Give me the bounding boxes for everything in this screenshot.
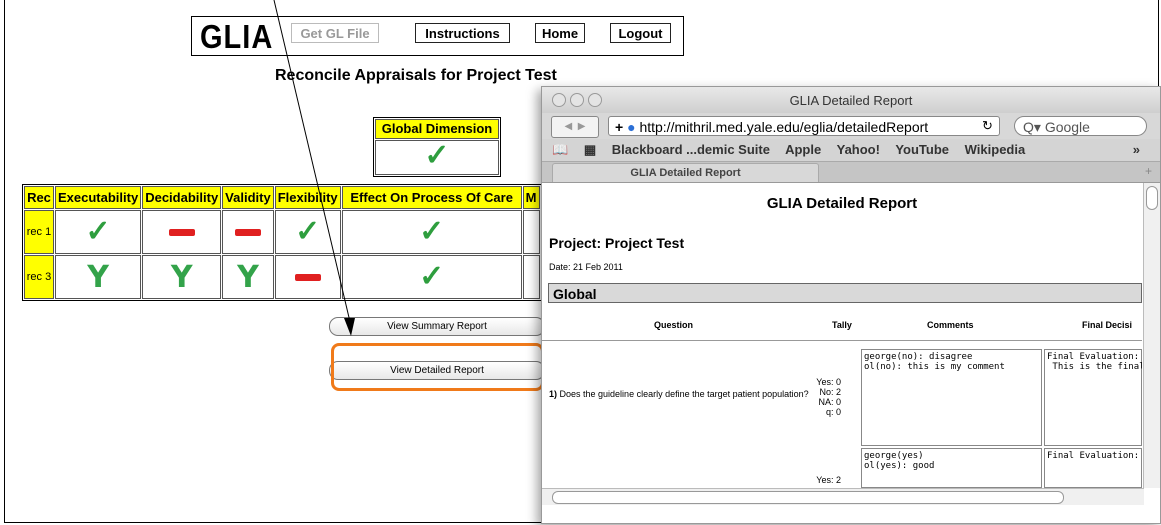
tab-glia-detailed-report[interactable]: GLIA Detailed Report: [552, 163, 819, 182]
question-number: 1): [549, 389, 558, 399]
tally-no: No: 2: [819, 387, 841, 397]
url-bar[interactable]: + ● http://mithril.med.yale.edu/eglia/de…: [608, 116, 1000, 136]
tally-values: Yes: 2: [814, 475, 841, 485]
column-comments: Comments: [927, 320, 974, 330]
bookmark-item[interactable]: Apple: [785, 142, 821, 157]
column-question: Question: [654, 320, 694, 330]
column-final-decision: Final Decisi: [1082, 320, 1133, 330]
tally-yes: Yes: 0: [816, 377, 841, 387]
reload-icon[interactable]: ↻: [982, 118, 993, 134]
bookmark-item[interactable]: YouTube: [895, 142, 949, 157]
bookmark-item[interactable]: Yahoo!: [837, 142, 880, 157]
url-text: http://mithril.med.yale.edu/eglia/detail…: [639, 119, 929, 135]
tally-yes: Yes: 2: [816, 475, 841, 485]
divider: [542, 340, 1142, 341]
tally-q: q: 0: [825, 407, 841, 417]
tally-na: NA: 0: [818, 397, 841, 407]
more-bookmarks-icon[interactable]: »: [1133, 139, 1140, 161]
bookmarks-bar: 📖 ▦ Blackboard ...demic Suite Apple Yaho…: [542, 139, 1160, 162]
grid-icon[interactable]: ▦: [584, 142, 596, 157]
add-bookmark-icon[interactable]: +: [615, 119, 623, 135]
back-forward-buttons[interactable]: ◀ ▶: [551, 116, 599, 138]
project-name: Project: Project Test: [549, 235, 685, 251]
bookmark-item[interactable]: Blackboard ...demic Suite: [612, 142, 770, 157]
comments-box[interactable]: george(no): disagree ol(no): this is my …: [861, 349, 1042, 446]
vertical-scrollbar[interactable]: [1143, 183, 1160, 488]
tally-values: Yes: 0 No: 2 NA: 0 q: 0: [814, 377, 841, 417]
book-icon[interactable]: 📖: [552, 142, 568, 157]
section-header-global: Global: [548, 283, 1142, 303]
search-icon: Q▾: [1023, 119, 1041, 135]
question-body: Does the guideline clearly define the ta…: [557, 389, 809, 399]
bookmark-item[interactable]: Wikipedia: [965, 142, 1026, 157]
report-title: GLIA Detailed Report: [766, 195, 918, 212]
window-titlebar: GLIA Detailed Report: [542, 87, 1160, 113]
column-tally: Tally: [832, 320, 852, 330]
browser-window: GLIA Detailed Report ◀ ▶ + ● http://mith…: [541, 86, 1161, 524]
search-placeholder: Google: [1044, 119, 1090, 135]
horizontal-scrollbar[interactable]: [542, 488, 1144, 505]
search-field[interactable]: Q▾ Google: [1014, 116, 1147, 136]
window-title: GLIA Detailed Report: [789, 93, 913, 108]
report-content: GLIA Detailed Report Project: Project Te…: [542, 183, 1142, 488]
question-text: 1) Does the guideline clearly define the…: [549, 389, 819, 399]
tab-bar: GLIA Detailed Report +: [542, 162, 1160, 183]
comments-box[interactable]: george(yes) ol(yes): good: [861, 448, 1042, 488]
final-evaluation-box[interactable]: Final Evaluation: no: [1044, 448, 1142, 488]
new-tab-icon[interactable]: +: [1145, 164, 1152, 178]
scroll-thumb[interactable]: [552, 491, 1064, 504]
final-evaluation-box[interactable]: Final Evaluation: no This is the final..…: [1044, 349, 1142, 446]
report-date: Date: 21 Feb 2011: [549, 262, 623, 272]
globe-icon: ●: [627, 119, 636, 135]
browser-toolbar: ◀ ▶ + ● http://mithril.med.yale.edu/egli…: [542, 113, 1160, 139]
scroll-thumb[interactable]: [1146, 186, 1158, 210]
